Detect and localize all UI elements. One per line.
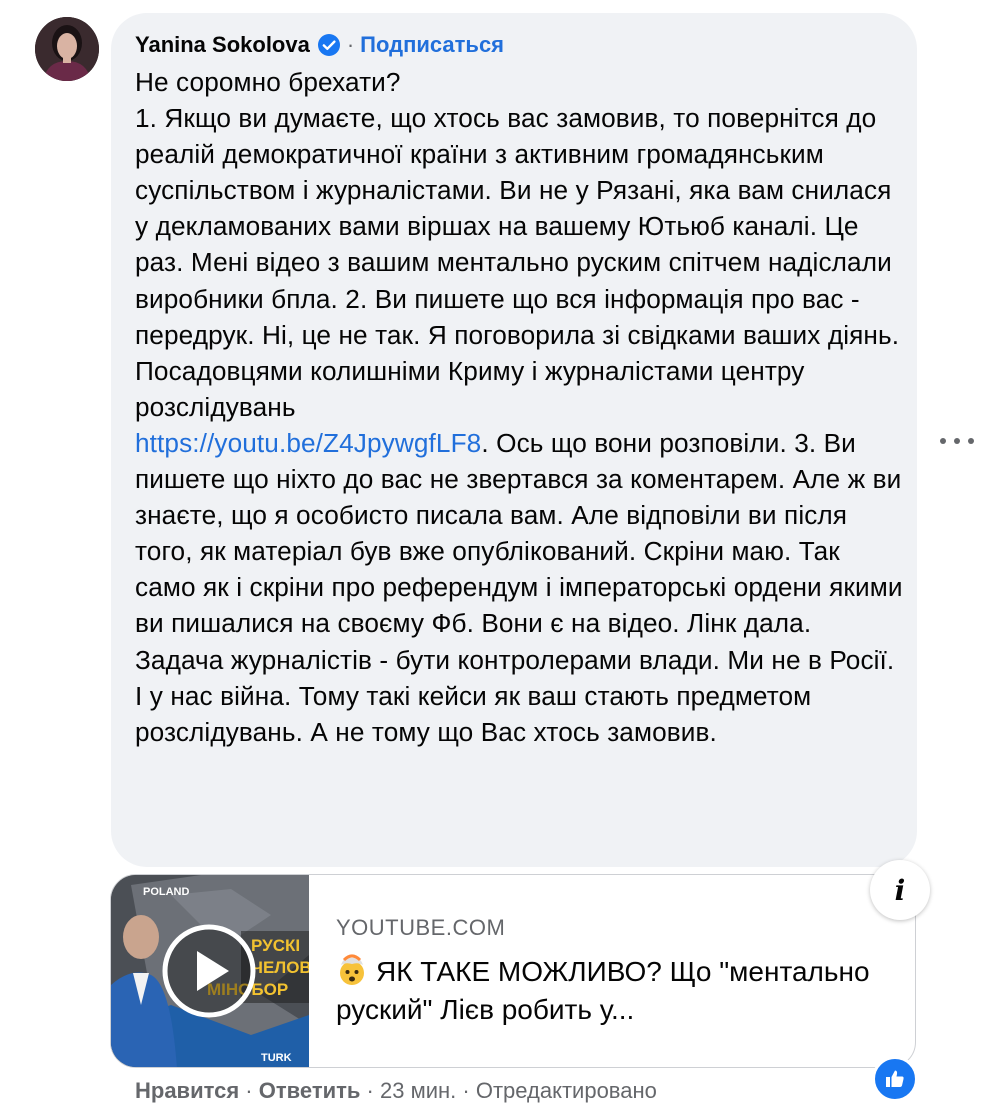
comment-time[interactable]: 23 мин. xyxy=(380,1078,456,1103)
comment-actions: Нравится · Ответить · 23 мин. · Отредакт… xyxy=(135,1078,895,1108)
edited-label: Отредактировано xyxy=(475,1078,657,1103)
exploding-head-icon xyxy=(336,954,368,986)
thumbs-up-icon[interactable] xyxy=(872,1056,918,1102)
verified-badge-icon xyxy=(317,33,341,57)
thumb-text-1: РУСКІ xyxy=(251,936,300,955)
thumb-text-2: ЧЕЛОВ xyxy=(251,958,309,977)
video-thumbnail[interactable]: POLAND РУСКІ ЧЕЛОВ МІНОБОР TURK xyxy=(111,875,309,1067)
avatar[interactable] xyxy=(35,17,99,81)
link-card-body: YOUTUBE.COM ЯК ТАКЕ МОЖЛИВО? Що "менталь… xyxy=(336,915,896,1029)
comment-text: Не соромно брехати? 1. Якщо ви думаєте, … xyxy=(135,64,905,750)
like-action[interactable]: Нравится xyxy=(135,1078,239,1103)
info-icon[interactable]: i xyxy=(870,860,930,920)
separator-dot: · xyxy=(366,1078,380,1103)
link-title-text: ЯК ТАКЕ МОЖЛИВО? Що "ментально руский" Л… xyxy=(336,956,870,1025)
comment-bubble: Yanina Sokolova · Подписаться Не соромно… xyxy=(111,13,917,867)
youtube-link[interactable]: https://youtu.be/Z4JpywgfLF8 xyxy=(135,428,481,458)
more-options-icon[interactable] xyxy=(940,432,974,450)
reply-action[interactable]: Ответить xyxy=(259,1078,361,1103)
comment-header: Yanina Sokolova · Подписаться xyxy=(135,30,917,60)
link-preview-card[interactable]: POLAND РУСКІ ЧЕЛОВ МІНОБОР TURK YOUTUBE.… xyxy=(110,874,916,1068)
comment-text-part2: . Ось що вони розповіли. 3. Ви пишете що… xyxy=(135,427,910,747)
link-domain: YOUTUBE.COM xyxy=(336,915,506,940)
thumb-text-turk: TURK xyxy=(261,1052,292,1064)
separator-dot: · xyxy=(346,32,355,57)
comment-text-part1: Не соромно брехати? 1. Якщо ви думаєте, … xyxy=(135,67,900,422)
separator-dot: · xyxy=(462,1078,476,1103)
follow-button[interactable]: Подписаться xyxy=(360,32,504,58)
link-title[interactable]: ЯК ТАКЕ МОЖЛИВО? Що "ментально руский" Л… xyxy=(336,953,896,1029)
avatar-image xyxy=(35,17,99,81)
author-name[interactable]: Yanina Sokolova xyxy=(135,32,310,58)
thumb-text-poland: POLAND xyxy=(143,886,190,898)
separator-dot: · xyxy=(245,1078,259,1103)
